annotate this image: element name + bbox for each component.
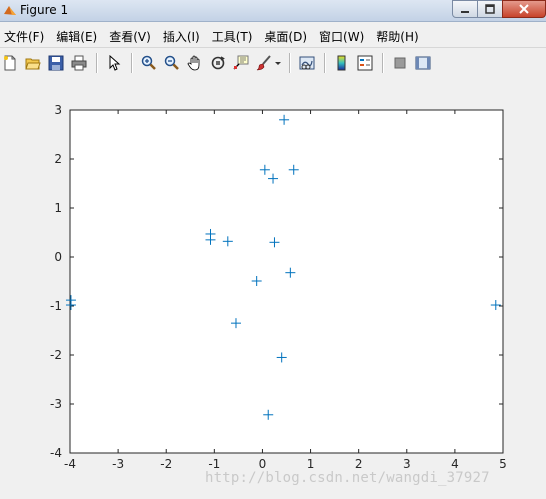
x-tick-label: -1 (208, 457, 220, 471)
x-tick-label: 2 (355, 457, 363, 471)
scatter-plot[interactable]: -4 -3 -2 -1 0 1 2 3 4 5 3 2 1 0 -1 -2 -3 -4 (0, 0, 546, 499)
x-tick-label: -4 (64, 457, 76, 471)
x-tick-label: 5 (499, 457, 507, 471)
y-tick-label: 2 (54, 152, 62, 166)
watermark: http://blog.csdn.net/wangdi_37927 (205, 470, 490, 486)
y-tick-label: -1 (50, 299, 62, 313)
y-tick-label: -4 (50, 446, 62, 460)
y-tick-label: 3 (54, 103, 62, 117)
x-tick-label: 1 (307, 457, 315, 471)
axes-background (69, 109, 504, 454)
x-tick-label: 0 (259, 457, 267, 471)
y-tick-label: 1 (54, 201, 62, 215)
y-tick-label: -3 (50, 397, 62, 411)
x-tick-label: 3 (403, 457, 411, 471)
y-tick-label: -2 (50, 348, 62, 362)
x-tick-label: -3 (112, 457, 124, 471)
x-tick-label: -2 (160, 457, 172, 471)
x-tick-label: 4 (451, 457, 459, 471)
y-tick-label: 0 (54, 250, 62, 264)
